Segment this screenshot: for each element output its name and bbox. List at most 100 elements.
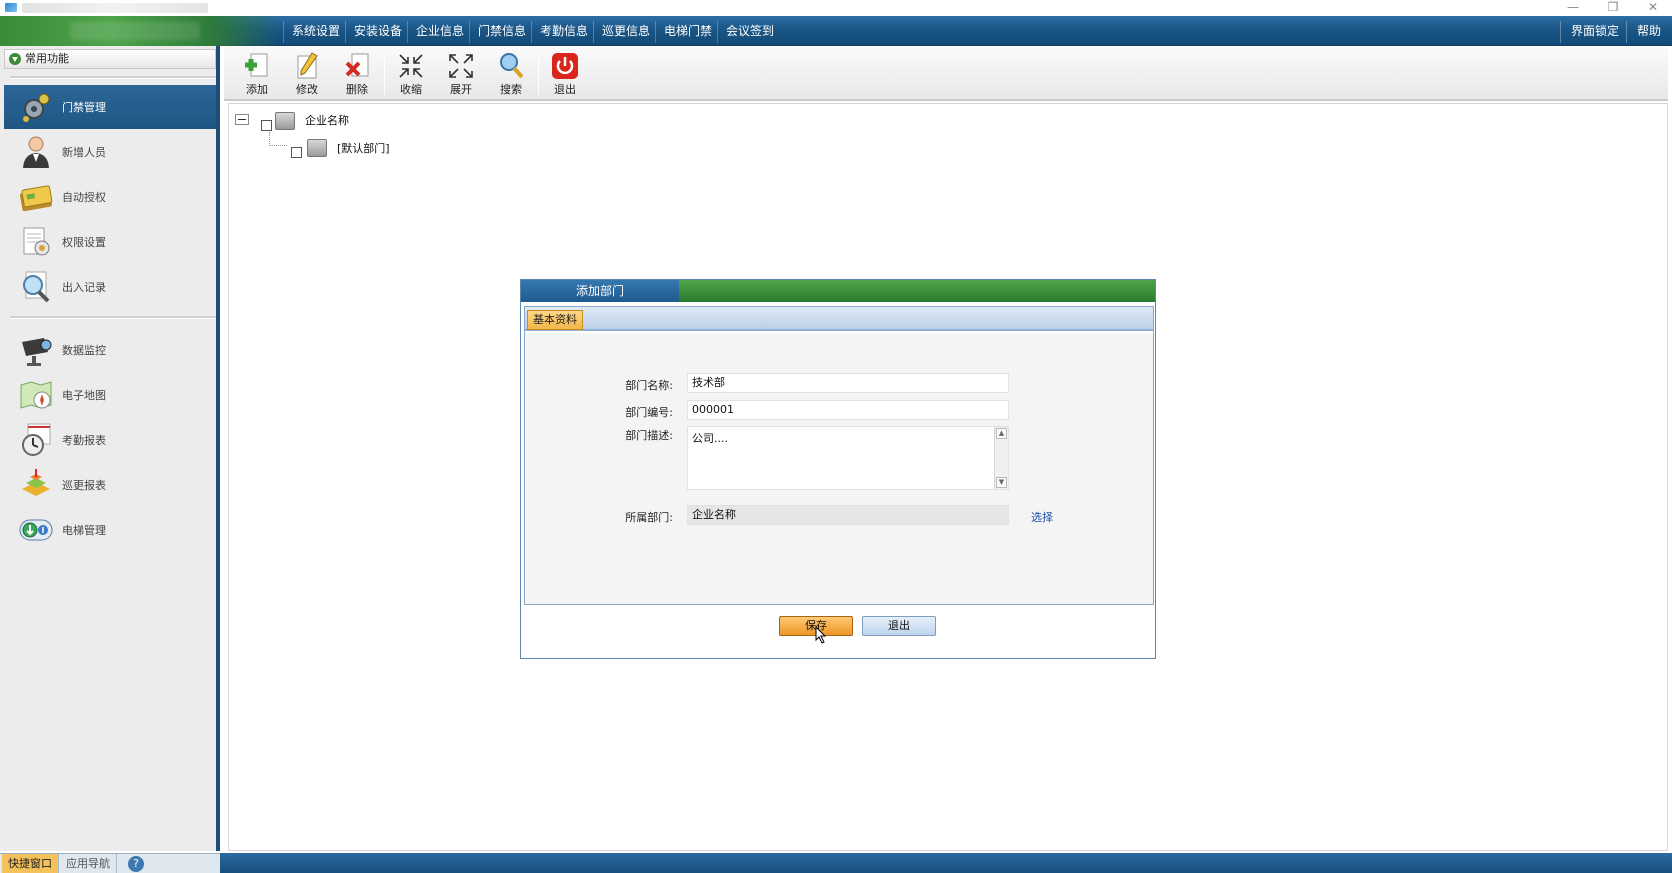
door-control-icon	[23, 93, 50, 122]
elevator-icon	[19, 519, 53, 541]
expand-arrows-icon	[449, 54, 473, 78]
tree-collapse-toggle[interactable]	[235, 114, 249, 125]
menu-bar: 系统设置 安装设备 企业信息 门禁信息 考勤信息 巡更信息 电梯门禁 会议签到 …	[0, 16, 1672, 46]
toolbar-separator	[384, 53, 385, 95]
tree-node-root[interactable]: 企业名称	[305, 112, 349, 128]
collapse-arrows-icon	[399, 54, 423, 78]
sidebar-item-attendance-report[interactable]: 考勤报表	[4, 418, 216, 462]
left-panel-tabs: 快捷窗口 应用导航 ?	[0, 853, 220, 873]
menu-install-device[interactable]: 安装设备	[345, 21, 410, 43]
sidebar-item-label: 权限设置	[62, 236, 106, 249]
edit-label: 修改	[296, 83, 318, 96]
sidebar-item-label: 电子地图	[62, 389, 106, 402]
dept-name-input[interactable]: 技术部	[687, 373, 1009, 393]
tree-checkbox-root[interactable]	[261, 120, 272, 131]
sidebar-item-elevator-management[interactable]: 电梯管理	[4, 508, 216, 552]
dialog-exit-button[interactable]: 退出	[862, 616, 936, 636]
menu-elevator-access[interactable]: 电梯门禁	[655, 21, 720, 43]
add-button[interactable]: 添加	[234, 49, 280, 99]
group-icon	[307, 139, 327, 157]
status-bar	[220, 853, 1672, 873]
help-icon[interactable]: ?	[128, 856, 144, 872]
dept-code-input[interactable]: 000001	[687, 400, 1009, 420]
menu-system-settings[interactable]: 系统设置	[283, 21, 348, 43]
tab-shortcut-window[interactable]: 快捷窗口	[2, 854, 59, 873]
collapse-button[interactable]: 收缩	[388, 49, 434, 99]
app-icon	[5, 3, 17, 12]
clock-icon	[22, 423, 51, 456]
dept-desc-label: 部门描述:	[625, 429, 673, 442]
menu-meeting-checkin[interactable]: 会议签到	[717, 21, 782, 43]
window-title-obscured	[22, 3, 208, 13]
close-button[interactable]: ✕	[1634, 0, 1672, 16]
power-icon	[552, 53, 578, 79]
card-icon	[19, 185, 53, 212]
sidebar-item-e-map[interactable]: 电子地图	[4, 373, 216, 417]
dept-code-label: 部门编号:	[625, 406, 673, 419]
menu-help[interactable]: 帮助	[1626, 21, 1671, 43]
search-button[interactable]: 搜索	[488, 49, 534, 99]
brand-logo-obscured	[70, 22, 200, 40]
search-icon	[500, 53, 524, 79]
title-bar: — ❐ ✕	[0, 0, 1672, 16]
person-icon	[23, 136, 49, 168]
brand-banner	[0, 16, 280, 46]
tree-checkbox-child[interactable]	[291, 147, 302, 158]
sidebar-item-auto-authorize[interactable]: 自动授权	[4, 175, 216, 219]
dialog-title: 添加部门	[521, 280, 679, 302]
edit-icon	[297, 52, 318, 79]
exit-label: 退出	[554, 83, 576, 96]
sidebar-item-label: 出入记录	[62, 281, 106, 294]
edit-button[interactable]: 修改	[284, 49, 330, 99]
sidebar-item-door-control[interactable]: 门禁管理	[4, 85, 216, 129]
tab-basic-info[interactable]: 基本资料	[527, 310, 583, 330]
menu-attendance-info[interactable]: 考勤信息	[531, 21, 596, 43]
sidebar-item-label: 考勤报表	[62, 434, 106, 447]
tab-app-navigation[interactable]: 应用导航	[60, 854, 117, 873]
menu-access-info[interactable]: 门禁信息	[469, 21, 534, 43]
minimize-button[interactable]: —	[1554, 0, 1592, 16]
sidebar-item-patrol-report[interactable]: 巡更报表	[4, 463, 216, 507]
dept-desc-textarea[interactable]: 公司.... ▲ ▼	[687, 426, 1009, 490]
delete-button[interactable]: 删除	[334, 49, 380, 99]
collapse-label: 收缩	[400, 83, 422, 96]
sidebar-item-label: 新增人员	[62, 146, 106, 159]
desc-scrollbar[interactable]: ▲ ▼	[994, 427, 1008, 489]
add-label: 添加	[246, 83, 268, 96]
select-parent-link[interactable]: 选择	[1031, 509, 1053, 525]
divider	[10, 316, 216, 319]
dialog-tabstrip: 基本资料	[525, 307, 1153, 331]
sidebar-item-label: 数据监控	[62, 344, 106, 357]
permission-icon	[23, 227, 50, 256]
tree-node-default-dept[interactable]: [默认部门]	[337, 140, 390, 156]
sidebar-item-add-person[interactable]: 新增人员	[4, 130, 216, 174]
dialog-title-bar: 添加部门	[521, 280, 1155, 302]
sidebar-item-label: 巡更报表	[62, 479, 106, 492]
camera-icon	[22, 338, 52, 366]
mouse-cursor-icon	[815, 626, 827, 644]
sidebar-item-access-records[interactable]: 出入记录	[4, 265, 216, 309]
exit-button[interactable]: 退出	[542, 49, 588, 99]
menu-enterprise-info[interactable]: 企业信息	[407, 21, 472, 43]
patrol-icon	[22, 469, 50, 496]
common-functions-header[interactable]: 常用功能	[4, 49, 216, 69]
scroll-up-icon[interactable]: ▲	[996, 428, 1007, 439]
menu-patrol-info[interactable]: 巡更信息	[593, 21, 658, 43]
expand-button[interactable]: 展开	[438, 49, 484, 99]
delete-icon	[345, 53, 369, 77]
parent-dept-input: 企业名称	[687, 505, 1009, 525]
sidebar-item-label: 自动授权	[62, 191, 106, 204]
add-department-dialog: 添加部门 基本资料 部门名称: 技术部 部门编号: 000001 部门描述: 公…	[520, 279, 1156, 659]
add-icon	[245, 53, 268, 77]
tree-connector	[269, 132, 287, 146]
sidebar-item-permission-settings[interactable]: 权限设置	[4, 220, 216, 264]
scroll-down-icon[interactable]: ▼	[996, 477, 1007, 488]
delete-label: 删除	[346, 83, 368, 96]
expand-label: 展开	[450, 83, 472, 96]
left-panel: 常用功能 门禁管理 新增人员 自动授权 权限设置 出入记录 数据监控 电子地图 …	[0, 46, 220, 851]
menu-lock-interface[interactable]: 界面锁定	[1560, 21, 1629, 43]
toolbar: 添加 修改 删除 收缩 展开 搜索 退出	[224, 47, 1668, 101]
sidebar-item-data-monitor[interactable]: 数据监控	[4, 328, 216, 372]
restore-button[interactable]: ❐	[1594, 0, 1632, 16]
toolbar-separator	[538, 53, 539, 95]
